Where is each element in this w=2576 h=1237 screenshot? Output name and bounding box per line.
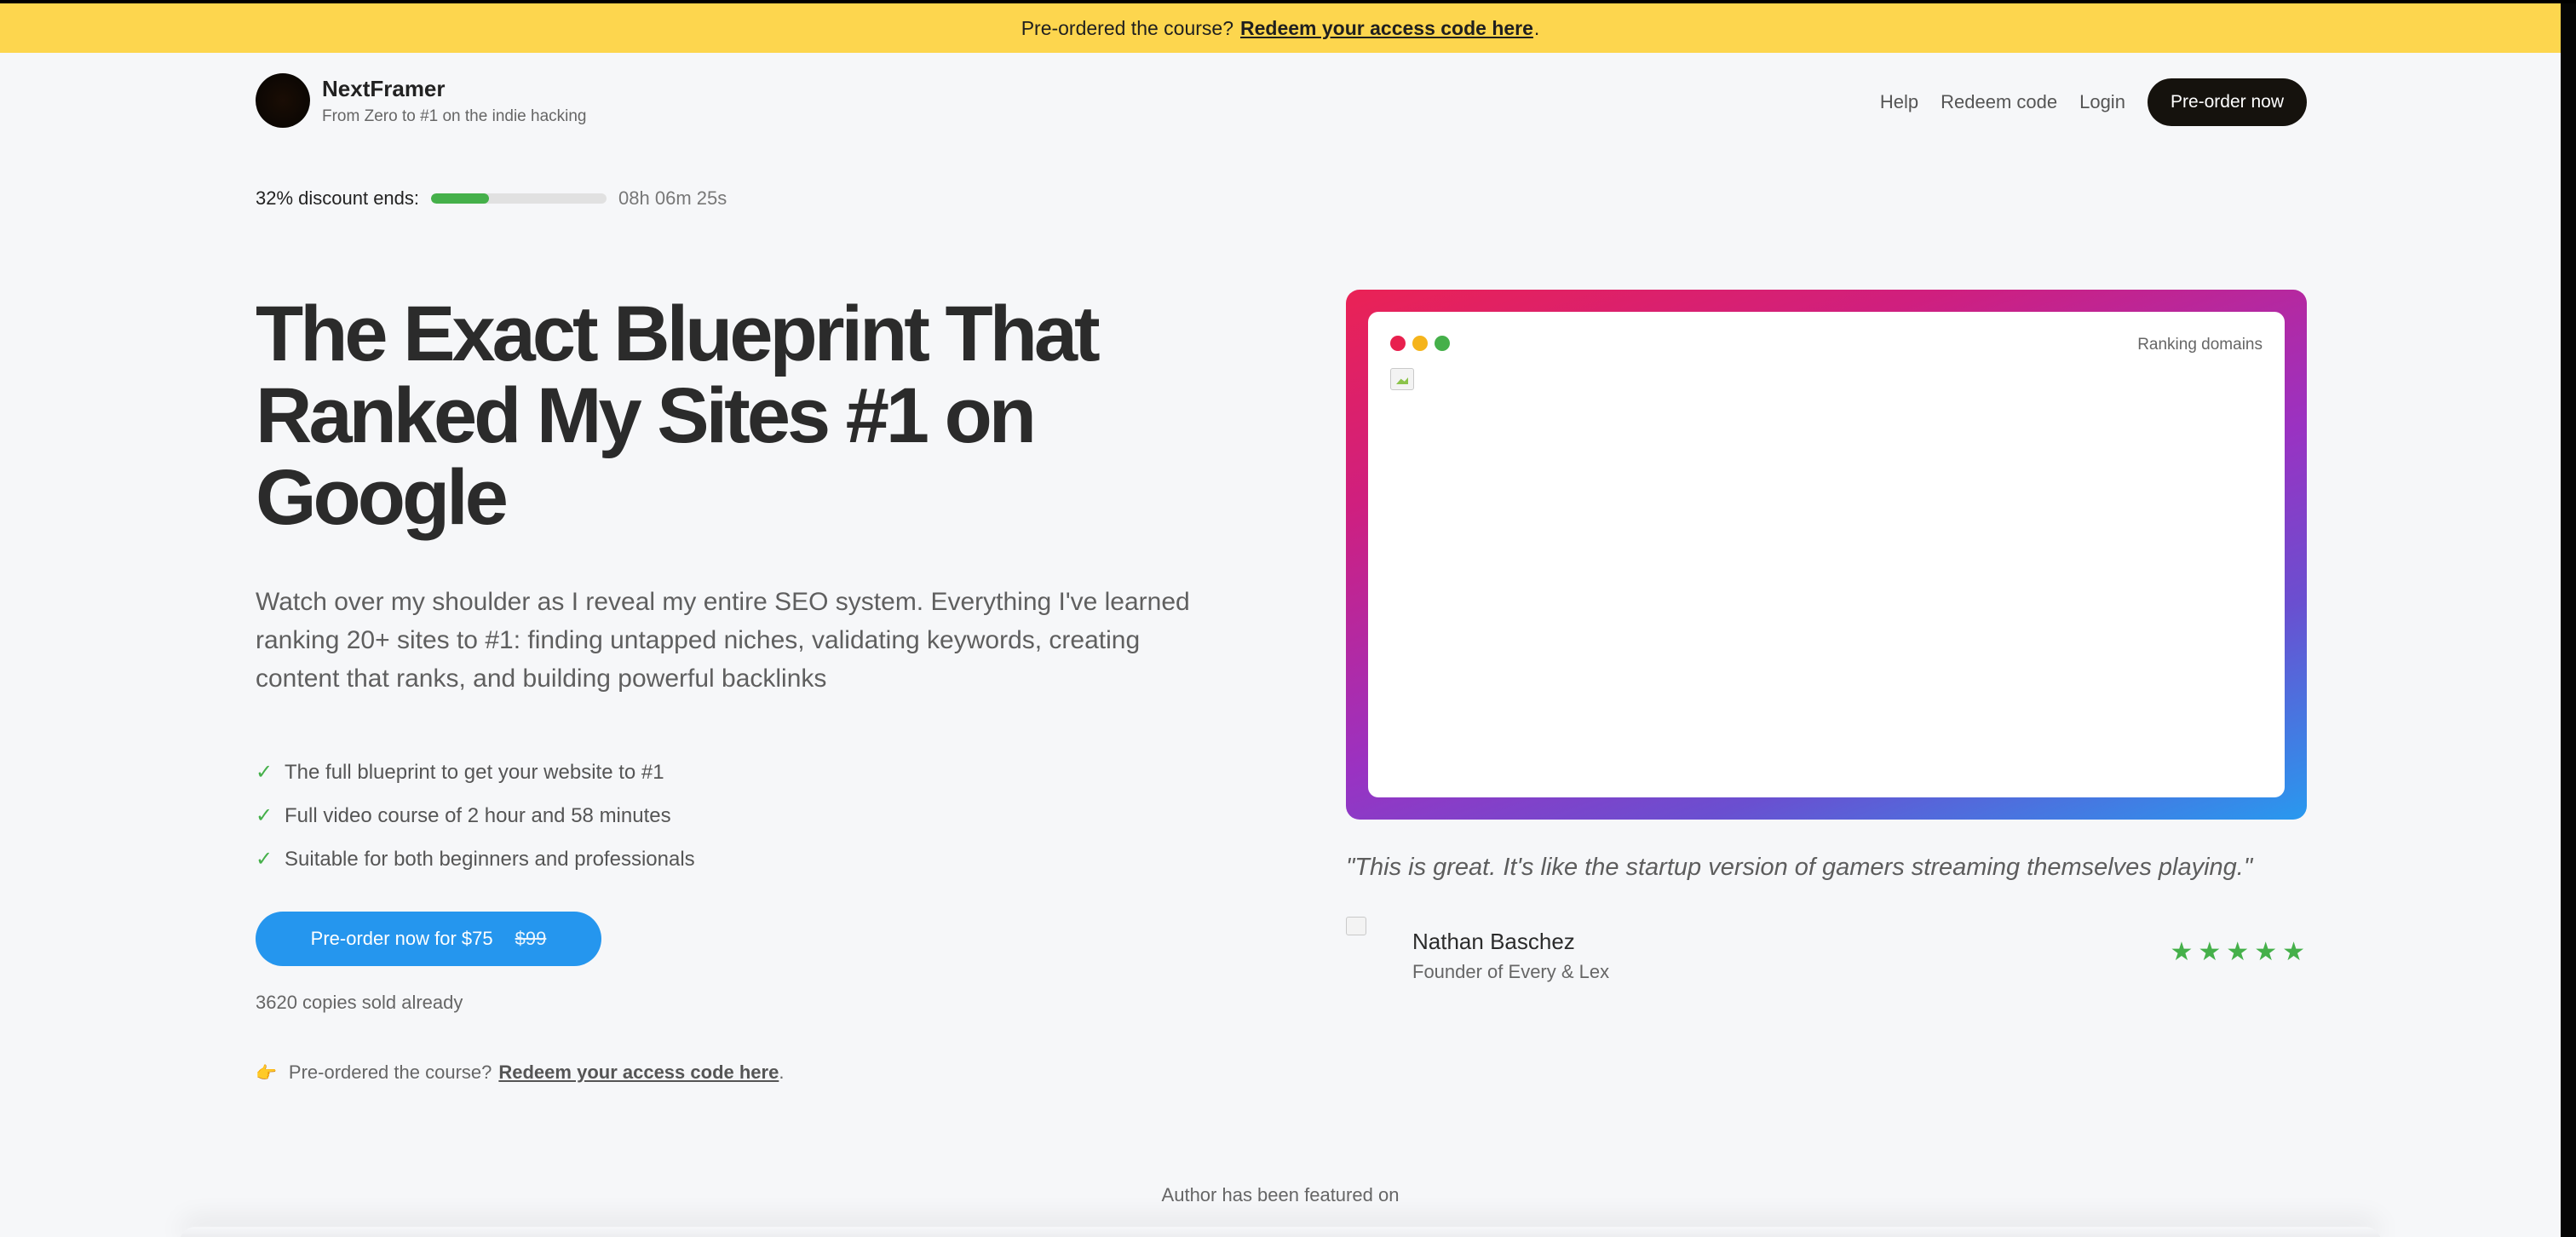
discount-countdown: 08h 06m 25s <box>618 187 727 209</box>
redeem-access-link[interactable]: Redeem your access code here <box>498 1062 779 1084</box>
star-icon: ★ <box>2170 938 2194 966</box>
site-header: NextFramer From Zero to #1 on the indie … <box>256 73 2307 136</box>
avatar <box>1346 917 1407 992</box>
minimize-dot-icon <box>1412 336 1428 351</box>
ranking-preview-frame: Ranking domains <box>1346 290 2307 820</box>
hero-headline: The Exact Blueprint That Ranked My Sites… <box>256 291 1101 541</box>
featured-logos-panel <box>179 1227 2382 1237</box>
window-edge <box>2561 3 2576 1237</box>
hero-content: The Exact Blueprint That Ranked My Sites… <box>256 293 1210 1084</box>
hero-subtext: Watch over my shoulder as I reveal my en… <box>256 588 1190 693</box>
check-icon: ✓ <box>256 761 273 784</box>
star-icon: ★ <box>2282 938 2305 966</box>
nav-redeem-code-link[interactable]: Redeem code <box>1941 91 2057 113</box>
announcement-banner: Pre-ordered the course? Redeem your acce… <box>0 3 2561 53</box>
feature-text: Suitable for both beginners and professi… <box>285 847 695 871</box>
ranking-domains-label: Ranking domains <box>2137 336 2263 354</box>
star-icon: ★ <box>2226 938 2250 966</box>
pointing-hand-icon: 👉 <box>256 1063 277 1083</box>
banner-text: Pre-ordered the course? <box>1021 16 1233 39</box>
featured-on-label: Author has been featured on <box>1161 1184 1400 1205</box>
redeem-text: Pre-ordered the course? <box>288 1062 492 1083</box>
testimonial-author: Nathan Baschez Founder of Every & Lex ★ … <box>1346 913 2307 990</box>
star-icon: ★ <box>2198 938 2222 966</box>
discount-timer: 32% discount ends: 08h 06m 25s <box>256 187 727 210</box>
feature-item: ✓ Suitable for both beginners and profes… <box>256 837 1210 881</box>
preorder-buy-button[interactable]: Pre-order now for $75 $99 <box>256 912 601 966</box>
main-nav: Help Redeem code Login Pre-order now <box>1880 78 2307 126</box>
discount-label: 32% discount ends: <box>256 187 420 209</box>
feature-item: ✓ Full video course of 2 hour and 58 min… <box>256 794 1210 837</box>
maximize-dot-icon <box>1435 336 1450 351</box>
old-price: $99 <box>515 928 547 949</box>
brand-name: NextFramer <box>322 75 446 101</box>
broken-image-icon <box>1346 917 1366 935</box>
buy-button-label: Pre-order now for $75 <box>310 928 493 949</box>
page: Pre-ordered the course? Redeem your acce… <box>0 3 2561 1237</box>
brand[interactable]: NextFramer From Zero to #1 on the indie … <box>256 73 587 128</box>
check-icon: ✓ <box>256 804 273 827</box>
star-rating: ★ ★ ★ ★ ★ <box>2165 937 2305 967</box>
browser-window: Ranking domains <box>1368 312 2285 797</box>
testimonial-quote: "This is great. It's like the startup ve… <box>1346 854 2253 881</box>
discount-progress-fill <box>431 193 489 204</box>
nav-login-link[interactable]: Login <box>2079 91 2125 113</box>
redeem-note: 👉 Pre-ordered the course? Redeem your ac… <box>256 1062 1210 1084</box>
redeem-suffix: . <box>779 1062 785 1083</box>
close-dot-icon <box>1390 336 1406 351</box>
discount-progress-bar <box>431 193 607 204</box>
brand-tagline: From Zero to #1 on the indie hacking <box>322 106 587 125</box>
logo-avatar <box>256 73 310 128</box>
nav-help-link[interactable]: Help <box>1880 91 1918 113</box>
banner-suffix: . <box>1533 16 1540 39</box>
nav-preorder-button[interactable]: Pre-order now <box>2147 78 2307 126</box>
copies-sold: 3620 copies sold already <box>256 992 463 1013</box>
feature-item: ✓ The full blueprint to get your website… <box>256 751 1210 794</box>
reviewer-name: Nathan Baschez <box>1412 929 1575 954</box>
feature-text: The full blueprint to get your website t… <box>285 760 664 784</box>
feature-list: ✓ The full blueprint to get your website… <box>256 751 1210 881</box>
reviewer-role: Founder of Every & Lex <box>1412 961 1610 982</box>
check-icon: ✓ <box>256 848 273 871</box>
window-controls <box>1390 336 1457 351</box>
feature-text: Full video course of 2 hour and 58 minut… <box>285 803 671 827</box>
star-icon: ★ <box>2254 938 2278 966</box>
broken-image-icon <box>1390 368 1414 390</box>
banner-redeem-link[interactable]: Redeem your access code here <box>1240 17 1533 40</box>
